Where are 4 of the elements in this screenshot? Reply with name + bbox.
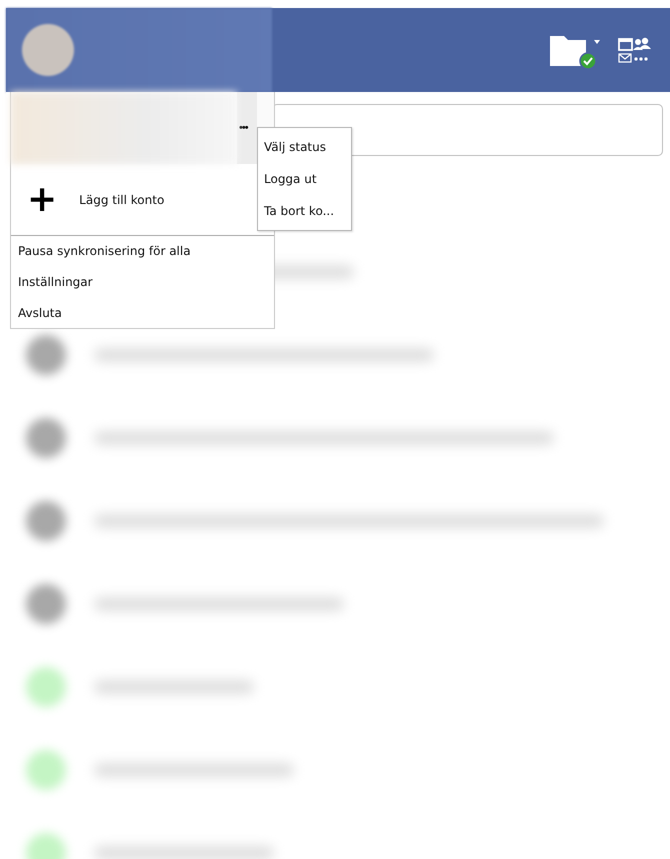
submenu-item[interactable]: Logga ut: [258, 163, 351, 195]
submenu-item[interactable]: Ta bort ko...: [258, 195, 351, 227]
submenu-item[interactable]: Välj status: [258, 131, 351, 163]
more-button[interactable]: •••: [237, 92, 257, 164]
